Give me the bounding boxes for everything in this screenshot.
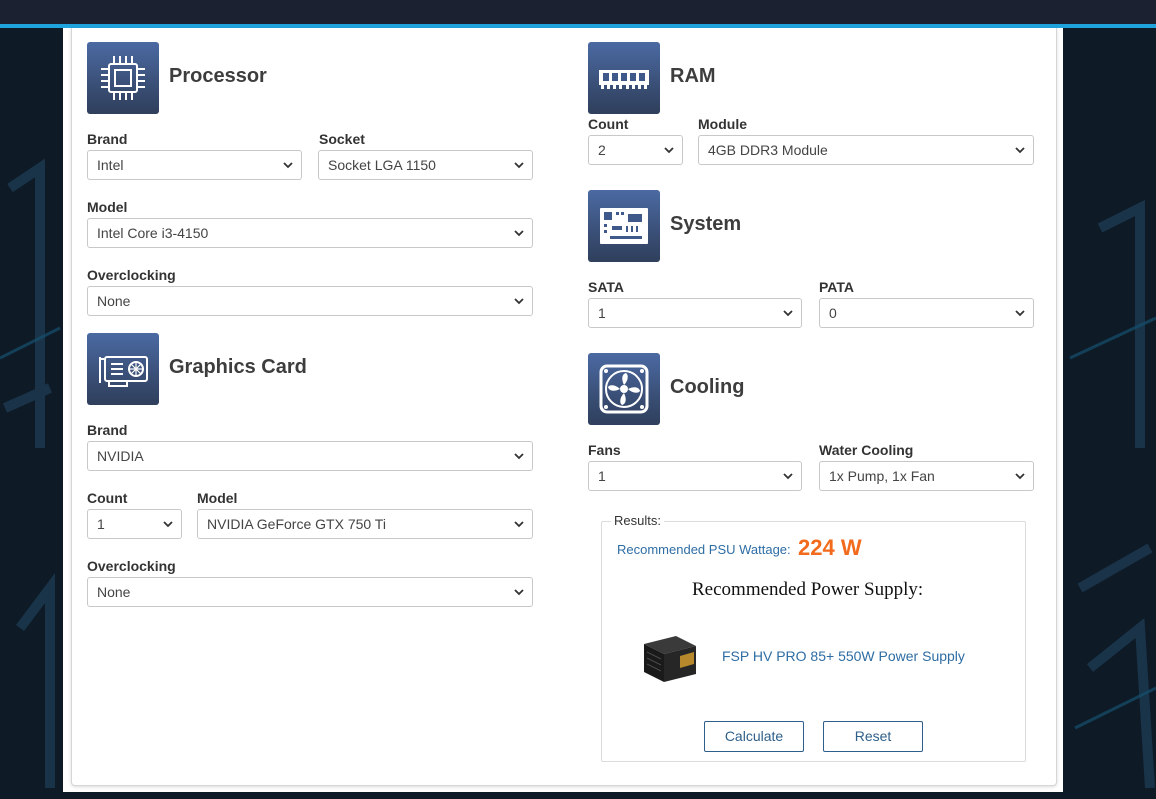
chevron-down-icon — [1015, 310, 1025, 317]
water-cooling-label: Water Cooling — [819, 442, 914, 458]
ram-module-value: 4GB DDR3 Module — [708, 142, 828, 158]
graphics-overclocking-select[interactable]: None — [87, 577, 533, 607]
graphics-brand-label: Brand — [87, 422, 128, 438]
reset-button[interactable]: Reset — [823, 721, 923, 752]
water-cooling-value: 1x Pump, 1x Fan — [829, 468, 935, 484]
chevron-down-icon — [514, 453, 524, 460]
graphics-model-value: NVIDIA GeForce GTX 750 Ti — [207, 516, 386, 532]
sata-select[interactable]: 1 — [588, 298, 802, 328]
graphics-brand-select[interactable]: NVIDIA — [87, 441, 533, 471]
pata-label: PATA — [819, 279, 854, 295]
recommended-psu-link[interactable]: FSP HV PRO 85+ 550W Power Supply — [722, 648, 965, 664]
processor-socket-label: Socket — [319, 131, 365, 147]
ram-count-select[interactable]: 2 — [588, 135, 683, 165]
chevron-down-icon — [783, 310, 793, 317]
graphics-model-select[interactable]: NVIDIA GeForce GTX 750 Ti — [197, 509, 533, 539]
chevron-down-icon — [1015, 147, 1025, 154]
processor-brand-value: Intel — [97, 157, 124, 173]
processor-model-value: Intel Core i3-4150 — [97, 225, 209, 241]
graphics-card-icon — [87, 333, 159, 405]
recommended-wattage-label: Recommended PSU Wattage: — [617, 542, 791, 557]
chevron-down-icon — [514, 298, 524, 305]
processor-brand-select[interactable]: Intel — [87, 150, 302, 180]
chevron-down-icon — [664, 147, 674, 154]
processor-socket-value: Socket LGA 1150 — [328, 157, 436, 173]
sata-label: SATA — [588, 279, 625, 295]
processor-overclocking-label: Overclocking — [87, 267, 176, 283]
fans-value: 1 — [598, 468, 606, 484]
processor-overclocking-value: None — [97, 293, 131, 309]
graphics-card-title: Graphics Card — [169, 356, 307, 378]
graphics-count-value: 1 — [97, 516, 105, 532]
chevron-down-icon — [783, 473, 793, 480]
ram-title: RAM — [670, 65, 716, 87]
sata-value: 1 — [598, 305, 606, 321]
ram-count-label: Count — [588, 116, 629, 132]
chevron-down-icon — [163, 521, 173, 528]
power-supply-image[interactable] — [638, 632, 700, 686]
results-legend: Results: — [611, 513, 664, 528]
fans-label: Fans — [588, 442, 621, 458]
pata-value: 0 — [829, 305, 837, 321]
graphics-model-label: Model — [197, 490, 238, 506]
graphics-count-label: Count — [87, 490, 128, 506]
chevron-down-icon — [1015, 473, 1025, 480]
recommended-wattage-value: 224 W — [798, 535, 862, 560]
chevron-down-icon — [514, 521, 524, 528]
chevron-down-icon — [514, 230, 524, 237]
processor-overclocking-select[interactable]: None — [87, 286, 533, 316]
graphics-count-select[interactable]: 1 — [87, 509, 182, 539]
fans-select[interactable]: 1 — [588, 461, 802, 491]
cooling-title: Cooling — [670, 376, 745, 398]
chevron-down-icon — [514, 589, 524, 596]
fan-icon — [588, 353, 660, 425]
recommended-psu-heading: Recommended Power Supply: — [692, 579, 924, 600]
graphics-brand-value: NVIDIA — [97, 448, 144, 464]
graphics-overclocking-value: None — [97, 584, 131, 600]
motherboard-icon — [588, 190, 660, 262]
ram-count-value: 2 — [598, 142, 606, 158]
water-cooling-select[interactable]: 1x Pump, 1x Fan — [819, 461, 1034, 491]
calculate-button[interactable]: Calculate — [704, 721, 804, 752]
cpu-icon — [87, 42, 159, 114]
top-bar — [0, 0, 1156, 24]
graphics-overclocking-label: Overclocking — [87, 558, 176, 574]
processor-title: Processor — [169, 65, 267, 87]
chevron-down-icon — [514, 162, 524, 169]
pata-select[interactable]: 0 — [819, 298, 1034, 328]
ram-icon — [588, 42, 660, 114]
ram-module-label: Module — [698, 116, 747, 132]
processor-brand-label: Brand — [87, 131, 128, 147]
chevron-down-icon — [283, 162, 293, 169]
processor-socket-select[interactable]: Socket LGA 1150 — [318, 150, 533, 180]
system-title: System — [670, 213, 742, 235]
processor-model-select[interactable]: Intel Core i3-4150 — [87, 218, 533, 248]
ram-module-select[interactable]: 4GB DDR3 Module — [698, 135, 1034, 165]
processor-model-label: Model — [87, 199, 128, 215]
